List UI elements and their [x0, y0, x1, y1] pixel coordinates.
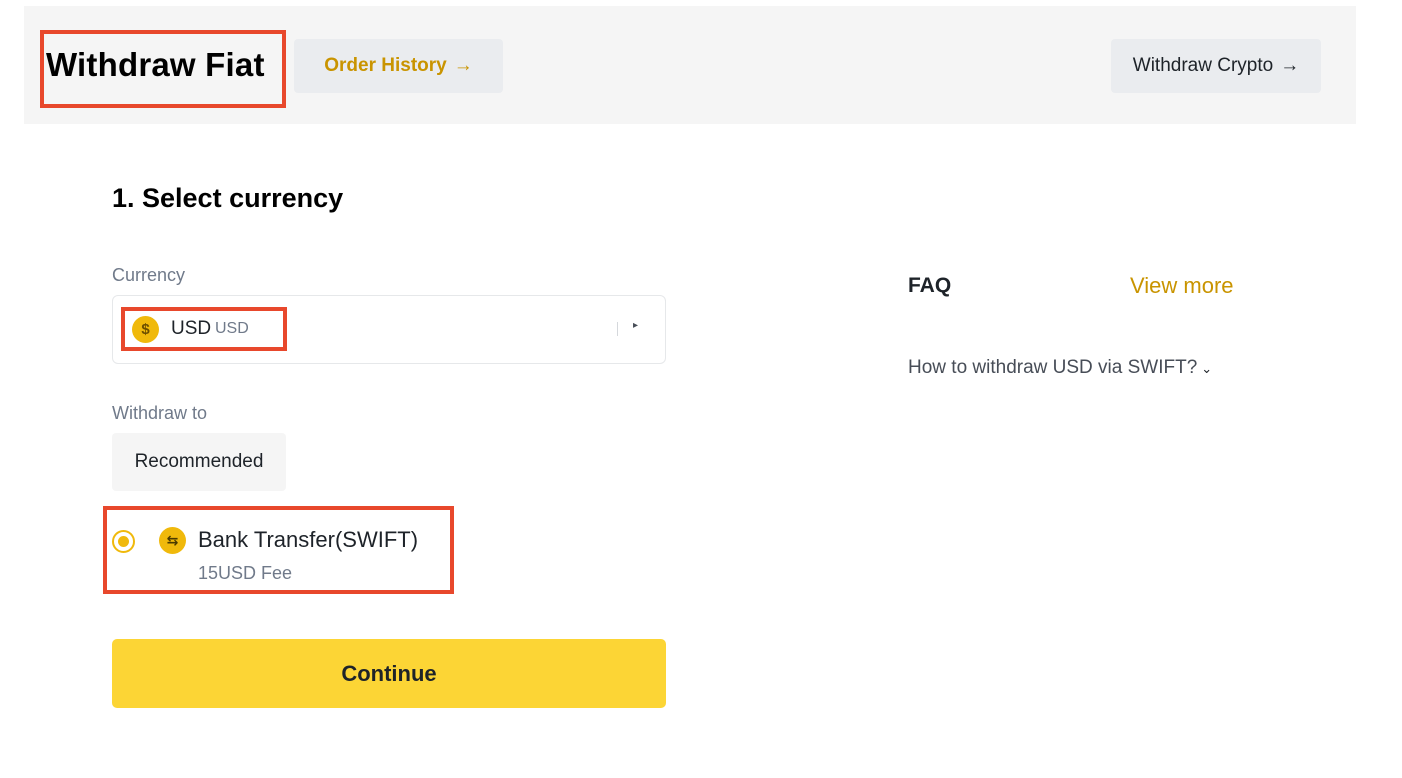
- chevron-down-icon: ⌄: [1201, 361, 1213, 376]
- highlight-box-currency: [121, 307, 287, 351]
- tab-recommended[interactable]: Recommended: [112, 433, 286, 491]
- arrow-right-icon: →: [1280, 55, 1300, 76]
- withdraw-to-label: Withdraw to: [112, 403, 208, 423]
- arrow-right-icon: →: [453, 55, 473, 76]
- select-divider: [617, 322, 618, 336]
- withdraw-crypto-label: Withdraw Crypto: [1132, 55, 1274, 76]
- faq-title: FAQ: [908, 274, 952, 297]
- highlight-box-method: [103, 506, 454, 594]
- faq-question: How to withdraw USD via SWIFT?: [908, 357, 1198, 378]
- order-history-button[interactable]: Order History →: [294, 39, 503, 93]
- withdraw-crypto-button[interactable]: Withdraw Crypto →: [1111, 39, 1321, 93]
- currency-label: Currency: [112, 265, 186, 285]
- highlight-box-title: [40, 30, 286, 108]
- section-title: 1. Select currency: [112, 183, 344, 213]
- faq-item[interactable]: How to withdraw USD via SWIFT? ⌄: [908, 357, 1212, 379]
- order-history-label: Order History: [324, 55, 447, 76]
- continue-button[interactable]: Continue: [112, 639, 666, 708]
- caret-right-icon[interactable]: ▸: [633, 320, 638, 331]
- view-more-link[interactable]: View more: [1130, 273, 1234, 299]
